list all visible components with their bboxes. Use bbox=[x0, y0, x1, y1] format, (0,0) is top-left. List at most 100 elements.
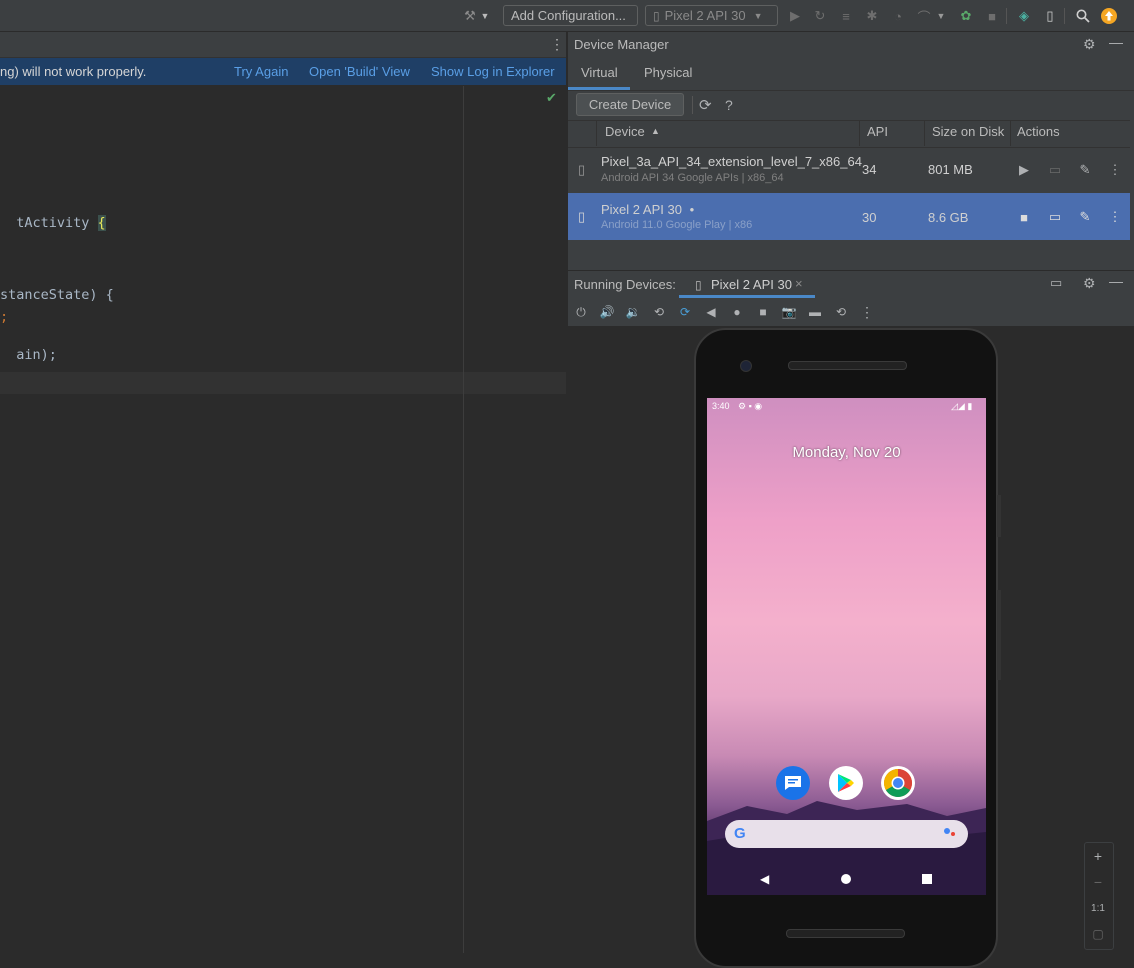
status-time: 3:40 bbox=[712, 401, 730, 411]
device-size: 801 MB bbox=[928, 162, 973, 177]
active-tab-indicator bbox=[679, 295, 815, 298]
home-button-icon[interactable]: ● bbox=[729, 304, 745, 320]
help-icon[interactable]: ? bbox=[725, 97, 733, 113]
chevron-down-icon[interactable]: ▼ bbox=[936, 8, 946, 24]
stop-icon[interactable]: ■ bbox=[1016, 209, 1032, 225]
edit-icon[interactable]: ✎ bbox=[1077, 162, 1093, 178]
overview-button-icon[interactable]: ■ bbox=[755, 304, 771, 320]
power-icon[interactable]: ⏻ bbox=[573, 304, 589, 320]
column-divider bbox=[596, 120, 597, 146]
search-icon[interactable] bbox=[1075, 8, 1091, 24]
add-configuration-button[interactable]: Add Configuration... bbox=[503, 5, 638, 26]
lockscreen-date: Monday, Nov 20 bbox=[792, 444, 901, 461]
gear-icon[interactable]: ⚙ bbox=[1083, 36, 1096, 53]
gear-icon[interactable]: ⚙ bbox=[1083, 275, 1096, 292]
signal-icon: ◿◢ ▮ bbox=[951, 401, 973, 411]
divider bbox=[568, 90, 1134, 91]
hammer-icon[interactable]: ⚒ bbox=[462, 8, 478, 24]
device-manager-icon[interactable]: ◈ bbox=[1016, 8, 1032, 24]
google-search-bar[interactable]: G bbox=[725, 820, 968, 848]
fit-screen-icon[interactable]: ▢ bbox=[1088, 924, 1108, 944]
profile-icon[interactable]: ◔ bbox=[890, 8, 906, 24]
home-icon[interactable] bbox=[841, 874, 851, 884]
show-log-link[interactable]: Show Log in Explorer bbox=[431, 64, 555, 79]
snapshot-icon[interactable]: ⟲ bbox=[833, 304, 849, 320]
column-divider bbox=[859, 120, 860, 146]
chevron-down-icon[interactable]: ▼ bbox=[480, 8, 490, 24]
recents-icon[interactable] bbox=[922, 874, 932, 884]
run-icon[interactable]: ▶ bbox=[787, 8, 803, 24]
phone-icon: ▯ bbox=[653, 8, 660, 23]
rotate-left-icon[interactable]: ⟲ bbox=[651, 304, 667, 320]
tab-physical[interactable]: Physical bbox=[644, 65, 692, 80]
caret-line-highlight bbox=[0, 372, 566, 394]
volume-buttons bbox=[997, 590, 1001, 680]
edit-icon[interactable]: ✎ bbox=[1077, 209, 1093, 225]
more-options-icon[interactable]: ⋮ bbox=[550, 36, 564, 53]
assistant-icon-dot bbox=[951, 832, 955, 836]
launch-icon[interactable]: ▶ bbox=[1016, 162, 1032, 178]
open-build-view-link[interactable]: Open 'Build' View bbox=[309, 64, 410, 79]
scrollbar-track[interactable] bbox=[1130, 120, 1134, 240]
running-indicator: • bbox=[689, 202, 695, 217]
volume-down-icon[interactable]: 🔉 bbox=[625, 304, 641, 320]
more-options-icon[interactable]: ⋮ bbox=[1107, 209, 1123, 225]
minimize-icon[interactable]: — bbox=[1109, 273, 1123, 289]
coverage-icon[interactable]: ≡ bbox=[838, 8, 854, 24]
inspection-ok-icon[interactable]: ✔ bbox=[546, 90, 557, 106]
column-header-device[interactable]: Device bbox=[605, 124, 645, 139]
right-margin-guide bbox=[463, 86, 464, 953]
more-options-icon[interactable]: ⋮ bbox=[859, 304, 875, 320]
column-header-api[interactable]: API bbox=[867, 124, 888, 139]
refresh-icon[interactable]: ⟳ bbox=[699, 96, 712, 114]
actual-size-button[interactable]: 1:1 bbox=[1088, 898, 1108, 918]
emulator-screen[interactable]: 3:40 ⚙ ▪ ◉ ◿◢ ▮ Monday, Nov 20 G ◀ bbox=[707, 398, 986, 895]
speaker-grille bbox=[788, 361, 907, 370]
screen-record-icon[interactable]: ▬ bbox=[807, 304, 823, 320]
banner-message: ng) will not work properly. bbox=[0, 64, 147, 79]
play-store-icon[interactable] bbox=[829, 766, 863, 800]
rotate-right-icon[interactable]: ⟳ bbox=[677, 304, 693, 320]
volume-up-icon[interactable]: 🔊 bbox=[599, 304, 615, 320]
chrome-icon[interactable] bbox=[881, 766, 915, 800]
rerun-icon[interactable]: ↻ bbox=[812, 8, 828, 24]
update-icon[interactable] bbox=[1101, 8, 1117, 24]
tab-running-device[interactable]: Pixel 2 API 30 bbox=[711, 277, 792, 292]
front-camera bbox=[740, 360, 752, 372]
device-selector[interactable]: ▯ Pixel 2 API 30 ▼ bbox=[645, 5, 778, 26]
google-icon: G bbox=[734, 825, 746, 842]
table-row-selected[interactable]: ▯ Pixel 2 API 30 • Android 11.0 Google P… bbox=[568, 193, 1130, 240]
device-subtitle: Android 11.0 Google Play | x86 bbox=[601, 219, 753, 231]
maximize-icon[interactable]: ▭ bbox=[1050, 275, 1062, 291]
minimize-icon[interactable]: — bbox=[1109, 34, 1123, 50]
close-tab-icon[interactable]: × bbox=[795, 276, 803, 291]
messages-icon[interactable] bbox=[776, 766, 810, 800]
code-editor[interactable] bbox=[0, 32, 566, 953]
screenshot-icon[interactable]: 📷 bbox=[781, 304, 797, 320]
assistant-icon[interactable] bbox=[944, 828, 950, 834]
back-button-icon[interactable]: ◀ bbox=[703, 304, 719, 320]
tab-virtual[interactable]: Virtual bbox=[581, 65, 618, 80]
settings-notification-icon: ⚙ ▪ ◉ bbox=[738, 401, 763, 411]
device-subtitle: Android API 34 Google APIs | x86_64 bbox=[601, 172, 784, 184]
try-again-link[interactable]: Try Again bbox=[234, 64, 288, 79]
virtual-device-icon: ▯ bbox=[578, 209, 586, 224]
attach-icon[interactable]: ⌒ bbox=[916, 8, 932, 25]
zoom-in-button[interactable]: + bbox=[1088, 846, 1108, 866]
debug-icon[interactable]: ✱ bbox=[864, 8, 880, 24]
stop-icon[interactable]: ■ bbox=[984, 8, 1000, 24]
editor-tab-bar: ⋮ bbox=[0, 32, 566, 58]
more-options-icon[interactable]: ⋮ bbox=[1107, 162, 1123, 178]
folder-icon[interactable]: ▭ bbox=[1047, 162, 1063, 178]
device-api: 30 bbox=[862, 210, 877, 225]
zoom-out-button[interactable]: − bbox=[1088, 872, 1108, 892]
device-manager-panel: Device Manager ⚙ — Virtual Physical Crea… bbox=[567, 32, 1134, 270]
folder-icon[interactable]: ▭ bbox=[1047, 209, 1063, 225]
sync-icon[interactable]: ✿ bbox=[958, 8, 974, 24]
table-row[interactable]: ▯ Pixel_3a_API_34_extension_level_7_x86_… bbox=[568, 147, 1130, 193]
running-devices-icon[interactable]: ▯ bbox=[1042, 8, 1058, 24]
back-icon[interactable]: ◀ bbox=[760, 872, 769, 886]
create-device-button[interactable]: Create Device bbox=[576, 93, 684, 116]
toolbar-divider bbox=[1006, 8, 1007, 24]
column-header-size[interactable]: Size on Disk bbox=[932, 124, 1004, 139]
